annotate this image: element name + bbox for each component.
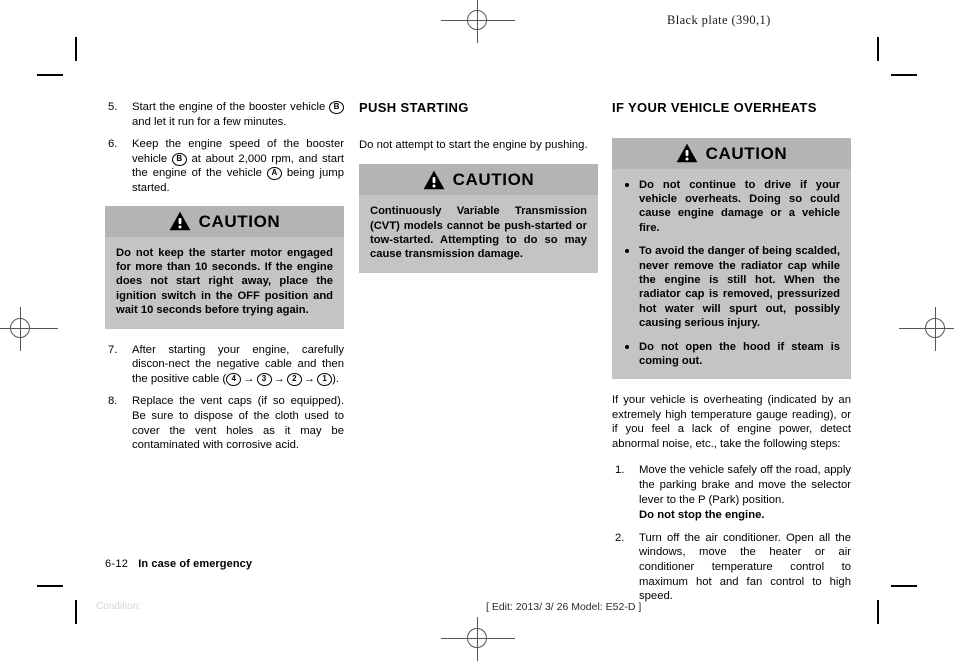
caution-body: Do not continue to drive if your vehicle… bbox=[612, 168, 851, 380]
jump-start-steps-list-continued: 7. After starting your engine, carefully… bbox=[105, 343, 344, 453]
circled-number-4: 4 bbox=[226, 372, 242, 386]
list-item: Do not open the hood if steam is coming … bbox=[623, 340, 840, 369]
step-marker: 1. bbox=[615, 464, 625, 477]
caution-header: CAUTION bbox=[359, 164, 598, 196]
caution-header: CAUTION bbox=[612, 137, 851, 169]
right-column: IF YOUR VEHICLE OVERHEATS CAUTION Do not… bbox=[612, 100, 851, 604]
caution-body: Continuously Variable Transmission (CVT)… bbox=[359, 195, 598, 273]
overheat-steps-list: 1. Move the vehicle safely off the road,… bbox=[612, 463, 851, 603]
caution-box-starter-motor: CAUTION Do not keep the starter motor en… bbox=[105, 205, 344, 329]
list-item: 8. Replace the vent caps (if so equipped… bbox=[105, 394, 344, 452]
crop-mark-top-right-vertical bbox=[877, 37, 879, 61]
circled-label-a: A bbox=[266, 167, 282, 181]
page-number: 6-12 bbox=[105, 558, 129, 570]
arrow-icon: → bbox=[273, 372, 285, 385]
step-marker: 2. bbox=[615, 531, 625, 544]
bullet-icon bbox=[625, 249, 629, 254]
caution-title: CAUTION bbox=[452, 170, 535, 190]
circled-number-1: 1 bbox=[317, 372, 333, 386]
step-marker: 8. bbox=[108, 395, 118, 408]
step-marker: 6. bbox=[108, 138, 118, 151]
footer-section-name: In case of emergency bbox=[138, 558, 253, 570]
list-item: Do not continue to drive if your vehicle… bbox=[623, 178, 840, 236]
footer-page-info: 6-12 In case of emergency bbox=[105, 558, 252, 570]
list-item: To avoid the danger of being scalded, ne… bbox=[623, 244, 840, 330]
circled-number-2: 2 bbox=[286, 372, 302, 386]
step-text: Keep the engine speed of the booster veh… bbox=[132, 138, 345, 194]
step-marker: 5. bbox=[108, 101, 118, 113]
list-item: 7. After starting your engine, carefully… bbox=[105, 343, 344, 387]
circled-label-b: B bbox=[171, 152, 187, 166]
caution-body: Do not keep the starter motor engaged fo… bbox=[105, 236, 344, 329]
footer-condition-label: Condition: bbox=[96, 601, 142, 612]
footer-edit-info: [ Edit: 2013/ 3/ 26 Model: E52-D ] bbox=[486, 601, 642, 613]
warning-triangle-icon bbox=[423, 170, 445, 189]
overheat-intro: If your vehicle is overheating (indicate… bbox=[612, 394, 851, 450]
step-text: Turn off the air conditioner. Open all t… bbox=[639, 531, 851, 603]
list-item: 5. Start the engine of the booster vehic… bbox=[105, 100, 344, 129]
step-text: Move the vehicle safely off the road, ap… bbox=[639, 464, 851, 506]
step-bold-note: Do not stop the engine. bbox=[639, 509, 765, 522]
arrow-icon: → bbox=[303, 372, 316, 385]
caution-text: Do not keep the starter motor engaged fo… bbox=[116, 246, 333, 317]
list-item: 1. Move the vehicle safely off the road,… bbox=[612, 463, 851, 522]
caution-title: CAUTION bbox=[198, 211, 281, 231]
step-text: After starting your engine, carefully di… bbox=[132, 343, 344, 386]
step-text: Replace the vent caps (if so equipped). … bbox=[132, 395, 344, 452]
bullet-icon bbox=[625, 344, 629, 349]
circled-number-3: 3 bbox=[256, 372, 272, 386]
list-item: 6. Keep the engine speed of the booster … bbox=[105, 137, 344, 195]
push-starting-intro: Do not attempt to start the engine by pu… bbox=[359, 138, 588, 151]
caution-bullet-text: Do not open the hood if steam is coming … bbox=[639, 340, 840, 368]
crop-mark-bottom-left-horizontal bbox=[37, 585, 63, 587]
bullet-icon bbox=[625, 182, 629, 187]
caution-title: CAUTION bbox=[705, 143, 788, 163]
registration-mark-left bbox=[0, 307, 58, 351]
jump-start-steps-list: 5. Start the engine of the booster vehic… bbox=[105, 100, 344, 196]
warning-triangle-icon bbox=[169, 211, 191, 231]
registration-mark-top bbox=[441, 0, 515, 43]
circled-label-b: B bbox=[329, 101, 344, 114]
crop-mark-bottom-left-vertical bbox=[75, 600, 77, 624]
crop-mark-top-right-horizontal bbox=[891, 74, 917, 76]
caution-text: Continuously Variable Transmission (CVT)… bbox=[370, 205, 587, 261]
section-heading-push-starting: PUSH STARTING bbox=[359, 100, 469, 115]
caution-box-cvt: CAUTION Continuously Variable Transmissi… bbox=[359, 164, 598, 273]
crop-mark-bottom-right-vertical bbox=[877, 600, 879, 624]
arrow-icon: → bbox=[243, 372, 255, 385]
step-marker: 7. bbox=[108, 343, 118, 356]
crop-mark-top-left-vertical bbox=[75, 37, 77, 61]
crop-mark-top-left-horizontal bbox=[37, 74, 63, 76]
list-item: 2. Turn off the air conditioner. Open al… bbox=[612, 531, 851, 604]
plate-header: Black plate (390,1) bbox=[667, 13, 771, 27]
step-text: Start the engine of the booster vehicle … bbox=[132, 101, 344, 128]
section-heading-overheats: IF YOUR VEHICLE OVERHEATS bbox=[612, 100, 817, 115]
caution-bullet-text: To avoid the danger of being scalded, ne… bbox=[639, 245, 840, 330]
caution-box-overheat: CAUTION Do not continue to drive if your… bbox=[612, 137, 851, 380]
left-column: 5. Start the engine of the booster vehic… bbox=[105, 100, 344, 453]
caution-bullet-list: Do not continue to drive if your vehicle… bbox=[623, 178, 840, 369]
warning-triangle-icon bbox=[676, 143, 698, 163]
middle-column: PUSH STARTING Do not attempt to start th… bbox=[359, 100, 598, 287]
caution-bullet-text: Do not continue to drive if your vehicle… bbox=[639, 178, 840, 234]
caution-header: CAUTION bbox=[105, 205, 344, 237]
crop-mark-bottom-right-horizontal bbox=[891, 585, 917, 587]
registration-mark-bottom bbox=[441, 617, 515, 661]
registration-mark-right bbox=[899, 307, 954, 351]
